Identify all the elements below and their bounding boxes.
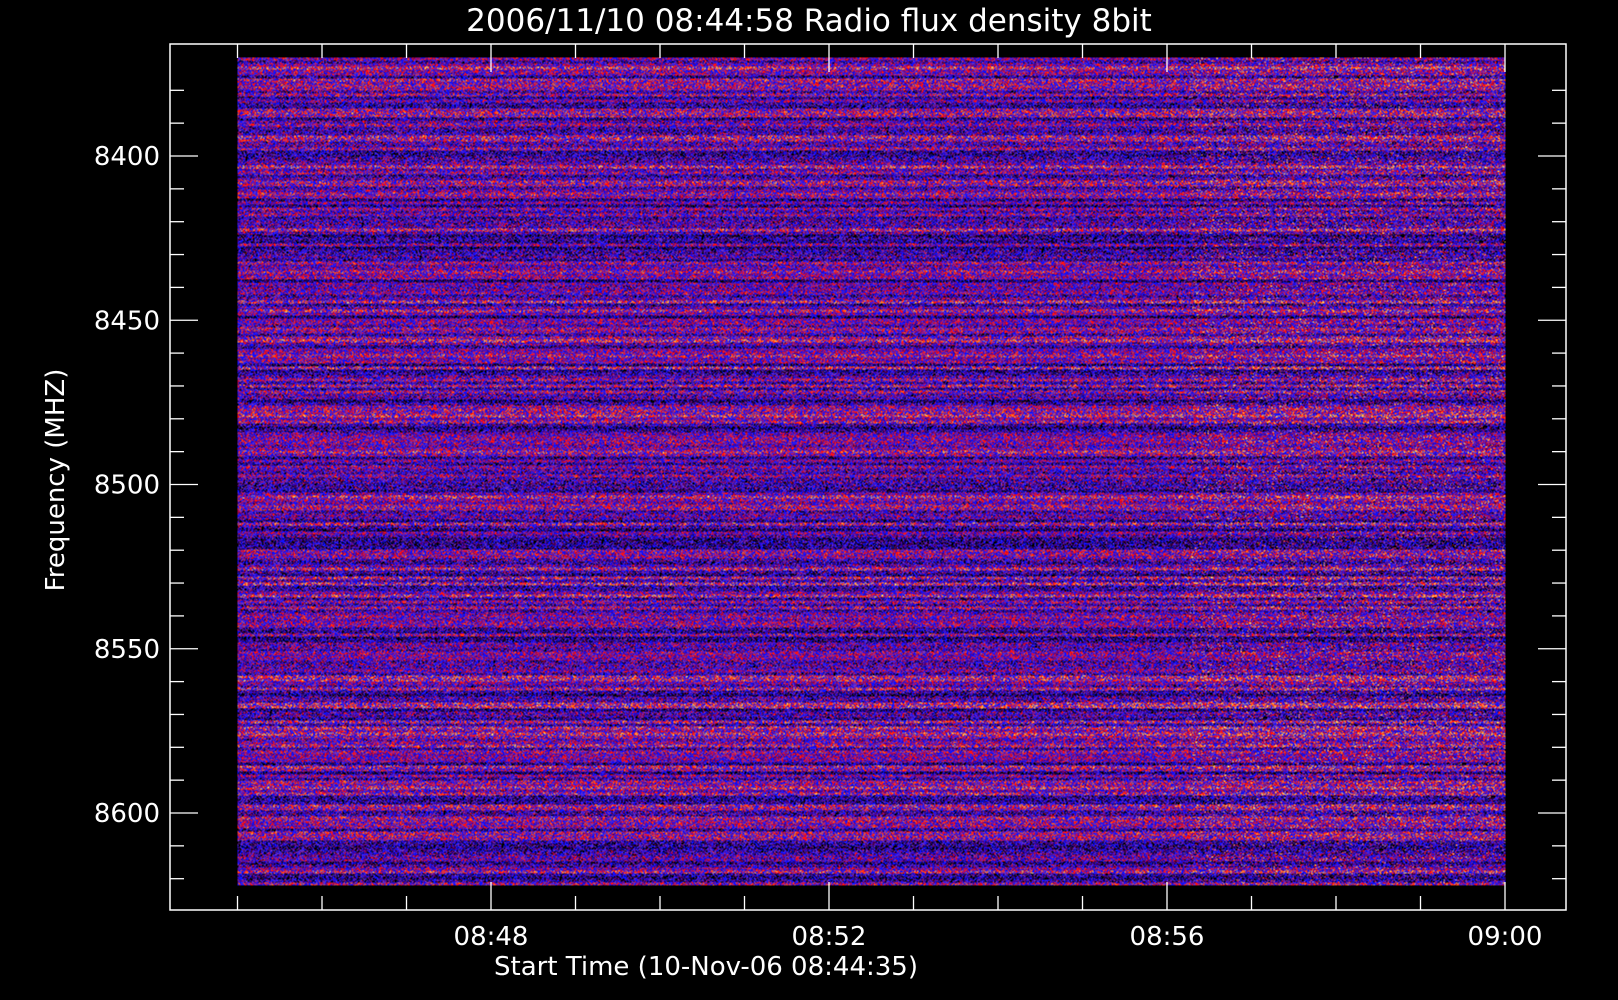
x-tick-label: 09:00 (1468, 922, 1543, 952)
y-tick-label: 8550 (94, 635, 160, 665)
y-tick-labels: 8400 8450 8500 8550 8600 (94, 142, 160, 829)
chart-title: 2006/11/10 08:44:58 Radio flux density 8… (466, 3, 1152, 39)
y-tick-label: 8450 (94, 306, 160, 336)
x-axis-label: Start Time (10-Nov-06 08:44:35) (494, 952, 918, 982)
x-tick-label: 08:56 (1130, 922, 1205, 952)
y-tick-label: 8600 (94, 799, 160, 829)
y-tick-label: 8500 (94, 471, 160, 501)
y-tick-label: 8400 (94, 142, 160, 172)
spectrogram-chart: 08:48 08:52 08:56 09:00 8400 8450 8500 8550 860… (41, 3, 1567, 982)
x-tick-label: 08:48 (454, 922, 529, 952)
y-axis-label: Frequency (MHZ) (41, 369, 71, 592)
x-tick-labels: 08:48 08:52 08:56 09:00 (454, 922, 1543, 952)
heatmap (237, 57, 1506, 886)
x-tick-label: 08:52 (792, 922, 867, 952)
heatmap-image (237, 57, 1506, 886)
